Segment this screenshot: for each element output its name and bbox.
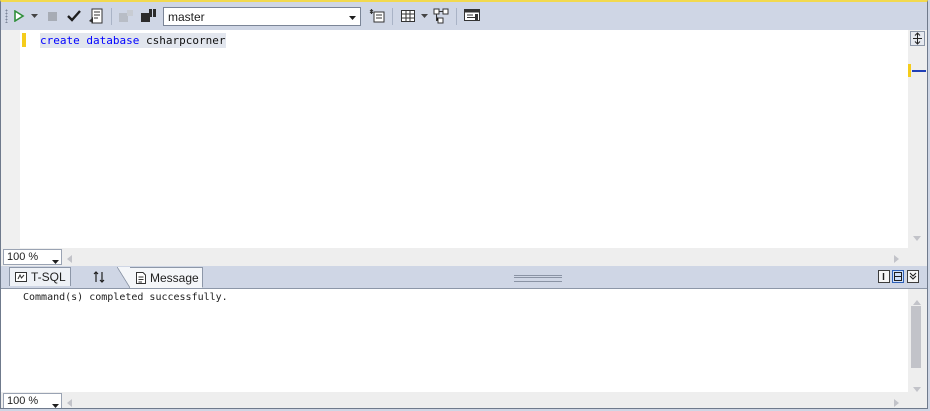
scroll-down-arrow-icon[interactable] [913, 230, 921, 244]
editor-vertical-scrollbar[interactable] [908, 30, 927, 248]
toolbar-separator [456, 8, 457, 25]
chevron-down-icon [348, 11, 357, 25]
results-layout-single-button[interactable] [878, 270, 890, 283]
query-editor-window: master create database csharpcorner 100 … [0, 0, 928, 409]
editor-zoom-select[interactable]: 100 % [3, 249, 62, 265]
editor-margin [1, 30, 20, 248]
messages-horizontal-scrollbar[interactable]: 100 % [1, 392, 927, 408]
code-line[interactable]: create database csharpcorner [40, 33, 227, 48]
overview-change-marker [908, 64, 911, 77]
split-editor-button[interactable] [910, 31, 925, 46]
tab-message[interactable]: Message [117, 267, 203, 288]
display-estimated-plan-icon[interactable] [87, 6, 105, 26]
results-layout-split-button[interactable] [892, 270, 904, 283]
results-tab-strip: T-SQL Message [1, 267, 927, 288]
query-options-icon[interactable] [367, 6, 387, 26]
toolbar-separator [111, 8, 112, 25]
identifier: csharpcorner [145, 34, 226, 47]
results-zoom-select[interactable]: 100 % [3, 393, 62, 408]
connect-icon[interactable] [117, 6, 135, 26]
overview-caret-marker [912, 70, 926, 72]
tab-tsql[interactable]: T-SQL [9, 267, 71, 286]
parse-checkmark-icon[interactable] [65, 6, 83, 26]
scroll-right-arrow-icon[interactable] [894, 252, 899, 266]
sql-editor[interactable]: create database csharpcorner [1, 30, 927, 248]
messages-pane[interactable]: Command(s) completed successfully. [1, 288, 927, 392]
keyword: database [86, 34, 140, 47]
editor-zoom-value: 100 % [7, 251, 39, 263]
scroll-right-arrow-icon[interactable] [894, 396, 899, 408]
results-to-grid-icon[interactable] [399, 6, 417, 26]
change-connection-icon[interactable] [139, 6, 157, 26]
message-text: Command(s) completed successfully. [23, 292, 228, 303]
message-icon [136, 271, 146, 284]
dropdown-arrow-icon[interactable] [419, 6, 429, 26]
database-select-value: master [168, 10, 205, 24]
database-select[interactable]: master [163, 7, 361, 26]
pane-resize-grip[interactable] [514, 275, 562, 282]
stop-icon[interactable] [45, 6, 59, 26]
tsql-icon [15, 271, 27, 283]
toolbar-grip[interactable] [5, 9, 8, 23]
show-plan-icon[interactable] [431, 6, 451, 26]
toolbar: master [1, 2, 927, 30]
execute-icon[interactable] [11, 6, 27, 26]
results-zoom-value: 100 % [7, 395, 39, 407]
tab-tsql-label: T-SQL [31, 270, 66, 284]
messages-vertical-scrollbar[interactable] [908, 289, 927, 392]
editor-horizontal-scrollbar[interactable]: 100 % [1, 248, 927, 266]
collapse-results-button[interactable] [907, 270, 919, 283]
chevron-down-icon [52, 253, 59, 267]
scrollbar-thumb[interactable] [911, 306, 921, 368]
keyword: create [40, 34, 80, 47]
toolbar-separator [392, 8, 393, 25]
scroll-left-arrow-icon[interactable] [67, 396, 72, 408]
chevron-down-icon [52, 397, 59, 408]
scroll-left-arrow-icon[interactable] [67, 252, 72, 266]
dropdown-arrow-icon[interactable] [29, 6, 39, 26]
sort-arrows-icon [93, 270, 105, 283]
tab-message-label: Message [150, 270, 199, 285]
change-tracking-marker [22, 33, 26, 47]
include-client-stats-icon[interactable] [462, 6, 482, 26]
tab-sort[interactable] [87, 267, 113, 286]
